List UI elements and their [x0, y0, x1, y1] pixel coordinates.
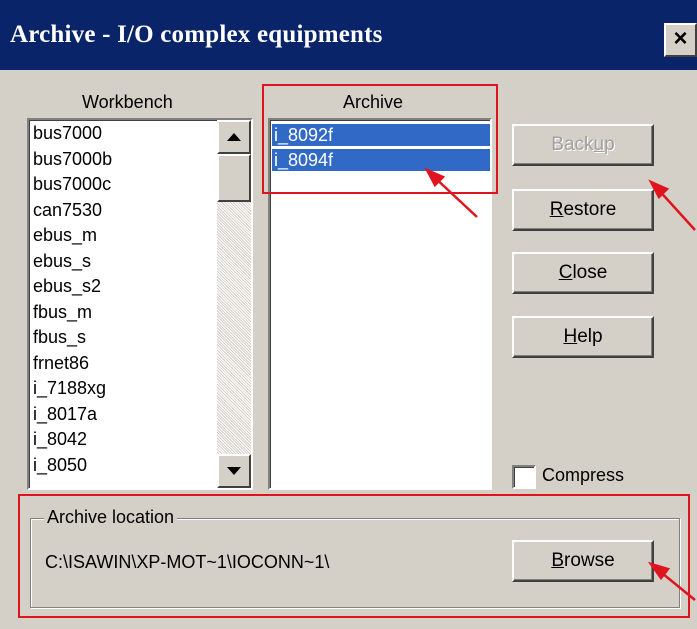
annotation-arrows — [424, 167, 696, 601]
archive-dialog: Archive - I/O complex equipments × Workb… — [0, 0, 697, 629]
